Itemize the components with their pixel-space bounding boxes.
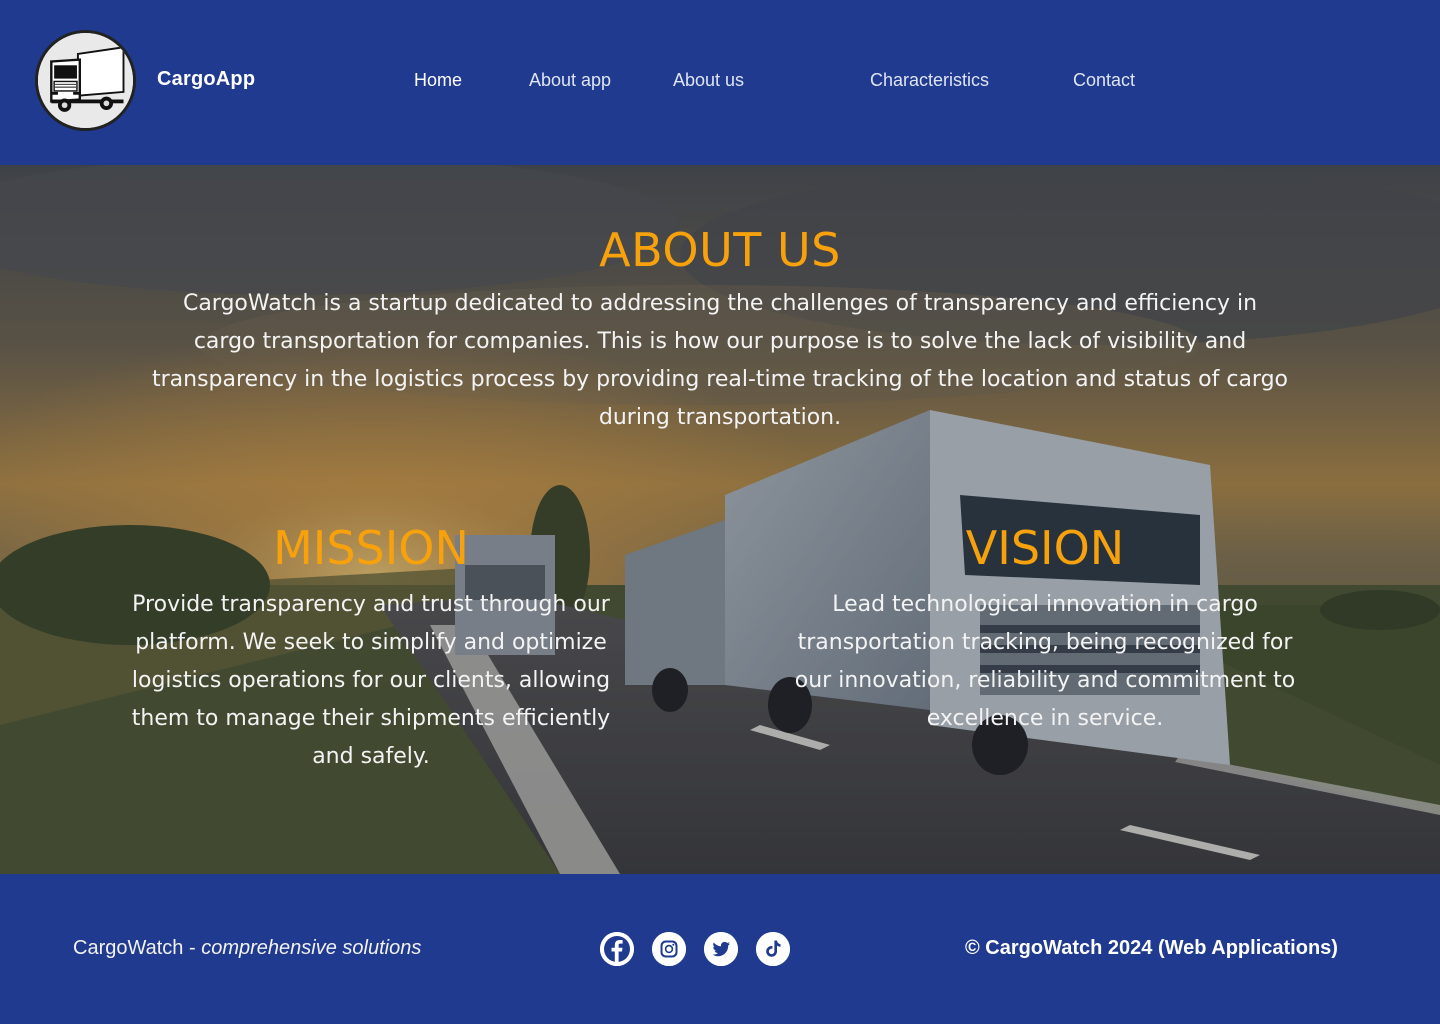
- vision-heading: VISION: [965, 521, 1125, 575]
- main-nav: Home About app About us Characteristics …: [0, 70, 1440, 96]
- nav-home[interactable]: Home: [414, 70, 462, 91]
- hero-section: ABOUT US CargoWatch is a startup dedicat…: [0, 165, 1440, 874]
- tiktok-icon[interactable]: [756, 932, 790, 966]
- copyright-text: © CargoWatch 2024 (Web Applications): [965, 937, 1338, 959]
- twitter-icon[interactable]: [704, 932, 738, 966]
- mission-text: Provide transparency and trust through o…: [131, 592, 611, 769]
- site-header: CargoApp Home About app About us Charact…: [0, 0, 1440, 165]
- facebook-icon[interactable]: [600, 932, 634, 966]
- footer-tagline: CargoWatch - comprehensive solutions: [73, 937, 421, 960]
- instagram-icon[interactable]: [652, 932, 686, 966]
- nav-about-app[interactable]: About app: [529, 70, 611, 91]
- vision-text: Lead technological innovation in cargo t…: [794, 592, 1296, 731]
- footer-brand: CargoWatch: [73, 937, 184, 959]
- nav-characteristics[interactable]: Characteristics: [870, 70, 989, 91]
- nav-about-us[interactable]: About us: [673, 70, 744, 91]
- about-us-heading: ABOUT US: [599, 223, 841, 277]
- site-footer: CargoWatch - comprehensive solutions © C…: [0, 874, 1440, 1024]
- nav-contact[interactable]: Contact: [1073, 70, 1135, 91]
- footer-tagline-text: comprehensive solutions: [201, 937, 422, 959]
- footer-separator: -: [183, 937, 202, 959]
- mission-heading: MISSION: [273, 521, 469, 575]
- about-us-text: CargoWatch is a startup dedicated to add…: [151, 291, 1289, 430]
